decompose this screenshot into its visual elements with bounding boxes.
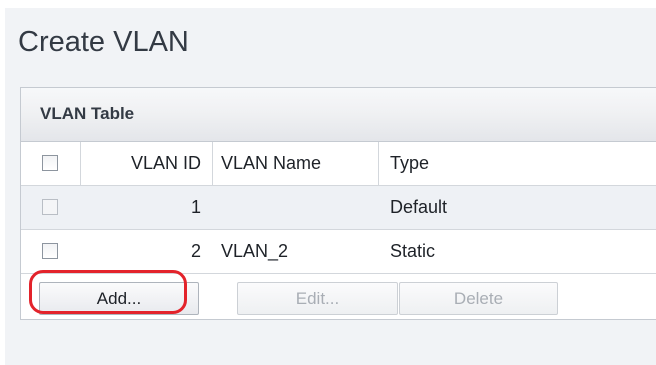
highlight-annotation	[29, 270, 187, 314]
type-cell: Static	[390, 241, 436, 261]
table-row[interactable]: 1 Default	[21, 186, 656, 230]
vlan-id-cell: 2	[190, 241, 201, 261]
column-divider	[212, 142, 213, 185]
row-checkbox[interactable]	[42, 243, 58, 259]
delete-button: Delete	[399, 282, 558, 315]
vlan-id-cell: 1	[190, 197, 201, 217]
column-divider	[80, 142, 81, 185]
row-checkbox	[42, 199, 58, 215]
edit-button: Edit...	[237, 282, 398, 315]
column-divider	[378, 142, 379, 185]
vlan-name-cell: VLAN_2	[221, 241, 289, 261]
column-header-vlan-name[interactable]: VLAN Name	[221, 142, 371, 185]
column-header-vlan-id[interactable]: VLAN ID	[93, 142, 201, 185]
table-header-row: VLAN ID VLAN Name Type	[21, 142, 656, 186]
table-caption-label: VLAN Table	[40, 104, 135, 123]
select-all-checkbox[interactable]	[42, 155, 58, 171]
table-caption: VLAN Table	[21, 88, 656, 142]
page-title: Create VLAN	[18, 26, 189, 58]
vlan-name-cell	[221, 186, 371, 229]
column-header-type[interactable]: Type	[390, 142, 590, 185]
type-cell: Default	[390, 197, 448, 217]
table-row[interactable]: 2 VLAN_2 Static	[21, 230, 656, 274]
